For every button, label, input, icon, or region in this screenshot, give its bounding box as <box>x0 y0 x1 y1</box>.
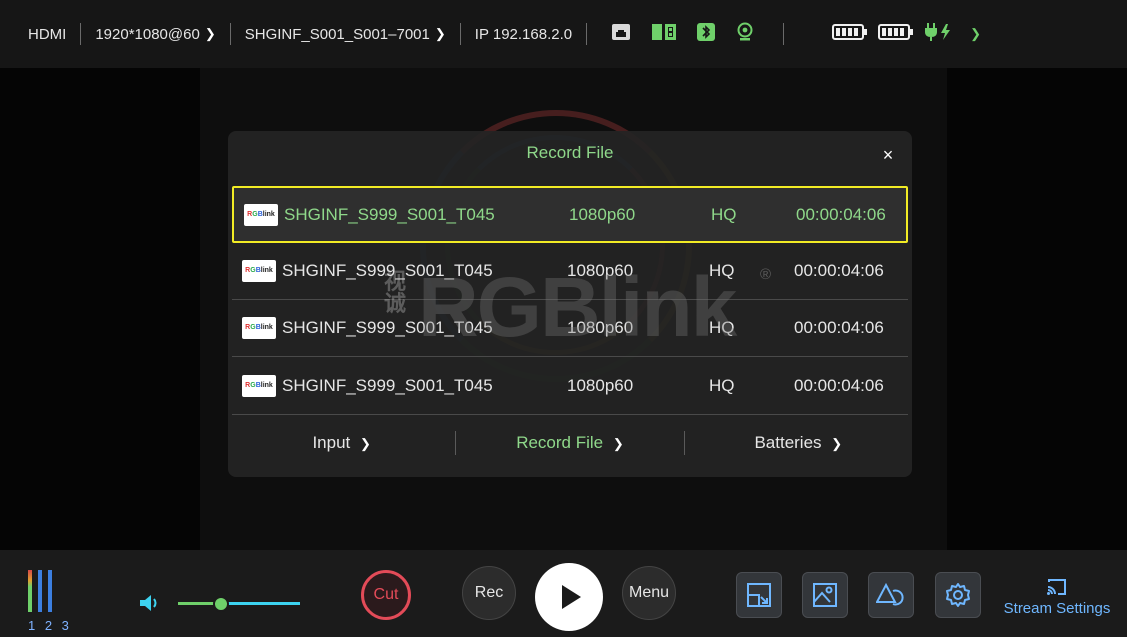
audio-meter-3 <box>48 570 52 612</box>
file-name: SHGINF_S999_S001_T045 <box>282 376 493 395</box>
volume-slider[interactable] <box>178 602 300 605</box>
control-bar: 1 2 3 Cut Rec Menu Stream Settings <box>0 550 1127 637</box>
dialog-tabs: Input ❯ Record File ❯ Batteries ❯ <box>228 423 912 463</box>
tab-batteries[interactable]: Batteries ❯ <box>685 433 912 453</box>
file-resolution: 1080p60 <box>567 376 634 395</box>
resolution-label: 1920*1080@60 <box>95 25 200 43</box>
pip-layout-icon <box>747 583 771 607</box>
file-quality: HQ <box>711 205 737 224</box>
close-icon[interactable]: × <box>878 145 898 165</box>
audio-meter-2 <box>38 570 42 612</box>
image-icon <box>813 583 837 607</box>
file-duration: 00:00:04:06 <box>794 318 884 337</box>
chevron-right-icon: ❯ <box>204 26 216 41</box>
dialog-title: Record File <box>526 143 614 162</box>
chevron-right-icon: ❯ <box>831 436 843 451</box>
volume-icon[interactable] <box>138 592 162 619</box>
pip-layout-button[interactable] <box>736 572 782 618</box>
filename-label: SHGINF_S001_S001–7001 <box>244 25 430 43</box>
file-name: SHGINF_S999_S001_T045 <box>284 205 495 224</box>
record-file-dialog: Record File × RGBlink SHGINF_S999_S001_T… <box>228 131 912 477</box>
chevron-right-icon: ❯ <box>612 436 624 451</box>
divider <box>586 23 588 45</box>
file-duration: 00:00:04:06 <box>794 261 884 280</box>
tab-input[interactable]: Input ❯ <box>228 433 455 453</box>
divider <box>229 23 231 45</box>
audio-meter-1 <box>28 570 32 612</box>
resolution-selector[interactable]: 1920*1080@60 ❯ <box>95 26 215 43</box>
file-row[interactable]: RGBlink SHGINF_S999_S001_T045 1080p60 HQ… <box>232 186 908 243</box>
file-thumbnail: RGBlink <box>242 317 276 339</box>
file-thumbnail: RGBlink <box>242 260 276 282</box>
battery-icon <box>832 23 868 45</box>
cast-icon <box>1047 579 1066 595</box>
shapes-button[interactable] <box>868 572 914 618</box>
battery-icon <box>878 23 914 45</box>
tab-label: Input <box>312 433 351 452</box>
image-button[interactable] <box>802 572 848 618</box>
volume-slider-handle[interactable] <box>212 596 229 612</box>
sd-card-icon <box>651 23 677 45</box>
webcam-icon <box>735 22 755 46</box>
menu-button[interactable]: Menu <box>622 566 676 620</box>
ethernet-icon <box>611 23 631 45</box>
ip-indicator[interactable]: IP 192.168.2.0 <box>475 26 572 43</box>
file-row[interactable]: RGBlink SHGINF_S999_S001_T045 1080p60 HQ… <box>232 359 908 415</box>
pillarbox-left <box>0 68 200 550</box>
watermark-cn-text: 视诚 <box>384 269 407 316</box>
divider <box>783 23 785 45</box>
file-duration: 00:00:04:06 <box>796 205 886 224</box>
file-thumbnail: RGBlink <box>242 375 276 397</box>
chevron-right-icon: ❯ <box>359 436 371 451</box>
watermark-logo: RGBlink <box>418 260 737 354</box>
status-bar: HDMI 1920*1080@60 ❯ SHGINF_S001_S001–700… <box>0 0 1127 68</box>
tab-label: Batteries <box>754 433 822 452</box>
divider <box>80 23 82 45</box>
filename-selector[interactable]: SHGINF_S001_S001–7001 ❯ <box>245 26 446 43</box>
play-button[interactable] <box>535 563 603 631</box>
stream-settings-label: Stream Settings <box>1003 600 1111 617</box>
power-plug-icon <box>924 22 958 46</box>
bluetooth-icon <box>697 23 716 45</box>
shapes-icon <box>876 582 904 606</box>
play-icon <box>562 585 581 609</box>
chevron-right-icon: ❯ <box>434 26 446 41</box>
source-label: HDMI <box>28 25 67 43</box>
file-resolution: 1080p60 <box>569 205 636 224</box>
file-thumbnail: RGBlink <box>244 204 278 226</box>
audio-meter-labels: 1 2 3 <box>28 618 72 633</box>
gear-icon <box>946 583 970 607</box>
ip-label: IP 192.168.2.0 <box>474 25 573 43</box>
pillarbox-right <box>947 68 1127 550</box>
tab-record-file[interactable]: Record File ❯ <box>456 433 683 453</box>
file-duration: 00:00:04:06 <box>794 376 884 395</box>
cut-button[interactable]: Cut <box>361 570 411 620</box>
divider <box>459 23 461 45</box>
source-indicator[interactable]: HDMI <box>28 26 66 43</box>
stream-settings-button[interactable]: Stream Settings <box>992 578 1122 617</box>
chevron-right-icon[interactable]: ❯ <box>970 26 981 42</box>
tab-label: Record File <box>516 433 604 452</box>
file-quality: HQ <box>709 376 735 395</box>
watermark-registered: ® <box>760 266 772 283</box>
settings-button[interactable] <box>935 572 981 618</box>
rec-button[interactable]: Rec <box>462 566 516 620</box>
